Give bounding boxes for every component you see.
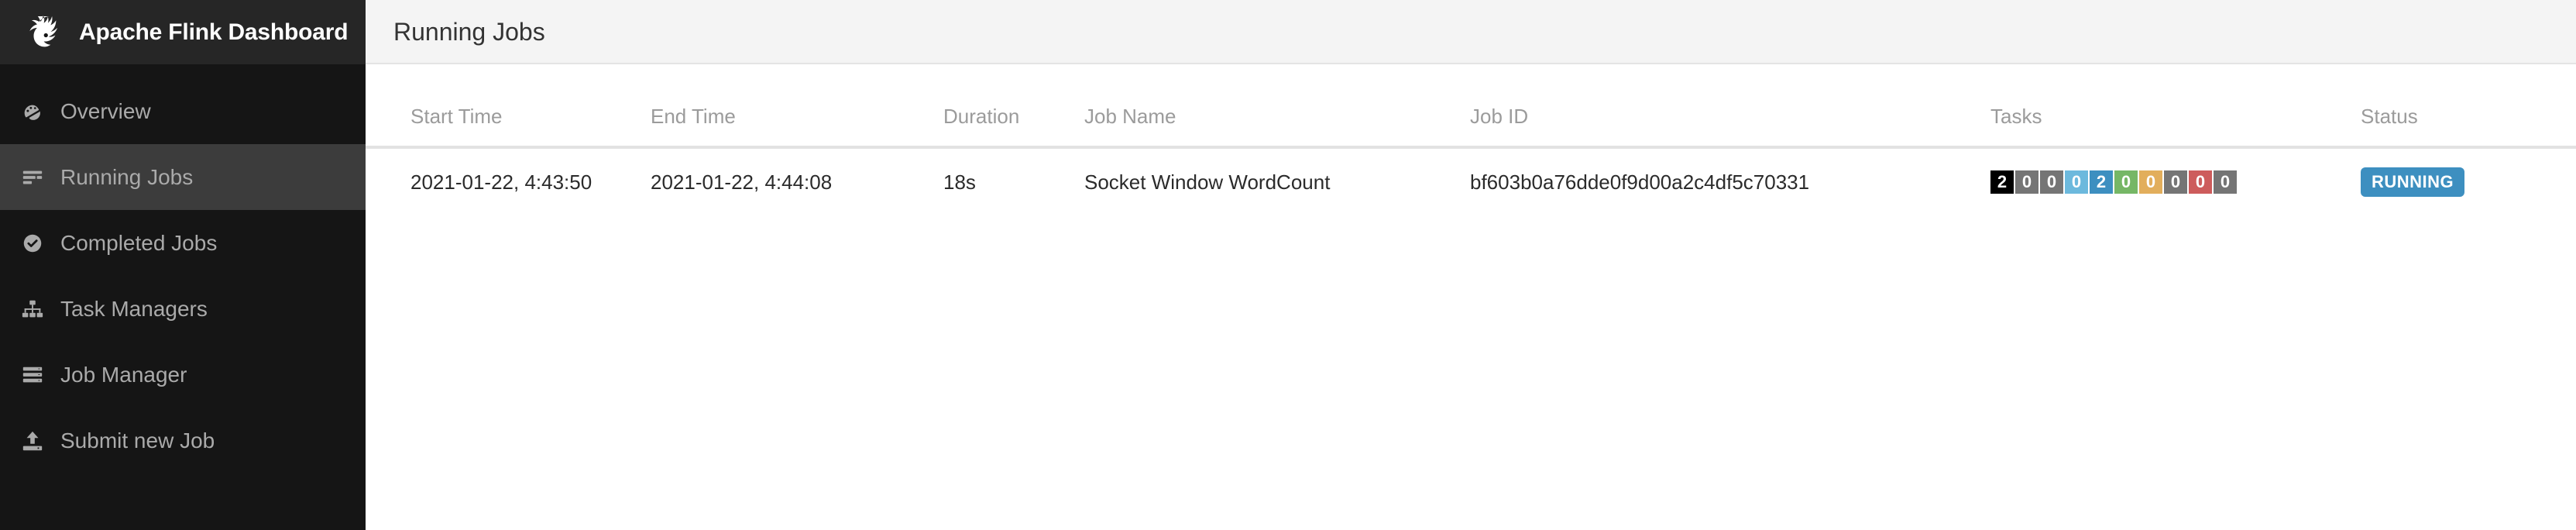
column-header-duration[interactable]: Duration [943,64,1084,149]
sidebar: Apache Flink Dashboard Overview Running … [0,0,366,530]
task-box-7: 0 [2164,170,2187,194]
task-box-9: 0 [2214,170,2237,194]
sidebar-item-label: Job Manager [60,362,187,387]
column-header-end-time[interactable]: End Time [651,64,943,149]
task-box-5: 0 [2114,170,2138,194]
cell-end-time: 2021-01-22, 4:44:08 [651,170,833,194]
running-jobs-table: Start Time End Time Duration Job Name Jo… [366,64,2576,215]
column-header-job-id[interactable]: Job ID [1470,64,1990,149]
cell-job-id: bf603b0a76dde0f9d00a2c4df5c70331 [1470,170,1810,194]
cell-duration: 18s [943,170,976,194]
jobs-table-container: Start Time End Time Duration Job Name Jo… [366,64,2576,530]
page-title: Running Jobs [393,17,545,46]
task-box-1: 0 [2015,170,2038,194]
server-stack-icon [20,363,45,387]
cell-status: RUNNING [2361,147,2576,215]
sidebar-item-label: Overview [60,98,151,123]
task-box-8: 0 [2189,170,2212,194]
sitemap-icon [20,297,45,322]
sidebar-item-job-manager[interactable]: Job Manager [0,342,366,408]
column-header-start-time[interactable]: Start Time [366,64,651,149]
task-box-6: 0 [2139,170,2162,194]
flink-squirrel-logo-icon [20,11,64,54]
sidebar-item-task-managers[interactable]: Task Managers [0,276,366,342]
main-content: Running Jobs Start Time End Time Duratio… [366,0,2576,530]
sidebar-item-submit-new-job[interactable]: Submit new Job [0,408,366,473]
sidebar-item-label: Task Managers [60,296,208,321]
brand-title: Apache Flink Dashboard [79,19,349,45]
sidebar-item-label: Submit new Job [60,428,215,453]
table-head: Start Time End Time Duration Job Name Jo… [366,64,2576,149]
check-circle-icon [20,231,45,256]
page-header: Running Jobs [366,0,2576,64]
dashboard-gauge-icon [20,99,45,124]
cell-tasks: 2000200000 [1990,147,2361,215]
task-box-4: 2 [2090,170,2113,194]
app-root: Apache Flink Dashboard Overview Running … [0,0,2576,530]
table-row[interactable]: 2021-01-22, 4:43:50 2021-01-22, 4:44:08 … [366,147,2576,215]
sidebar-item-label: Completed Jobs [60,230,218,255]
sidebar-item-running-jobs[interactable]: Running Jobs [0,144,366,210]
column-header-tasks[interactable]: Tasks [1990,64,2361,149]
sidebar-item-label: Running Jobs [60,164,194,189]
column-header-job-name[interactable]: Job Name [1084,64,1470,149]
task-box-2: 0 [2040,170,2063,194]
task-status-boxes: 2000200000 [1990,170,2361,194]
status-badge: RUNNING [2361,167,2465,197]
upload-icon [20,428,45,453]
task-box-0: 2 [1990,170,2014,194]
sidebar-nav: Overview Running Jobs Completed Jobs Tas… [0,64,366,473]
sidebar-item-overview[interactable]: Overview [0,78,366,144]
column-header-status[interactable]: Status [2361,64,2576,149]
cell-job-name: Socket Window WordCount [1084,170,1331,194]
cell-start-time: 2021-01-22, 4:43:50 [410,170,592,194]
task-box-3: 0 [2065,170,2088,194]
brand-header[interactable]: Apache Flink Dashboard [0,0,366,64]
list-lines-icon [20,165,45,190]
sidebar-item-completed-jobs[interactable]: Completed Jobs [0,210,366,276]
table-header-row: Start Time End Time Duration Job Name Jo… [366,64,2576,149]
table-body: 2021-01-22, 4:43:50 2021-01-22, 4:44:08 … [366,147,2576,215]
